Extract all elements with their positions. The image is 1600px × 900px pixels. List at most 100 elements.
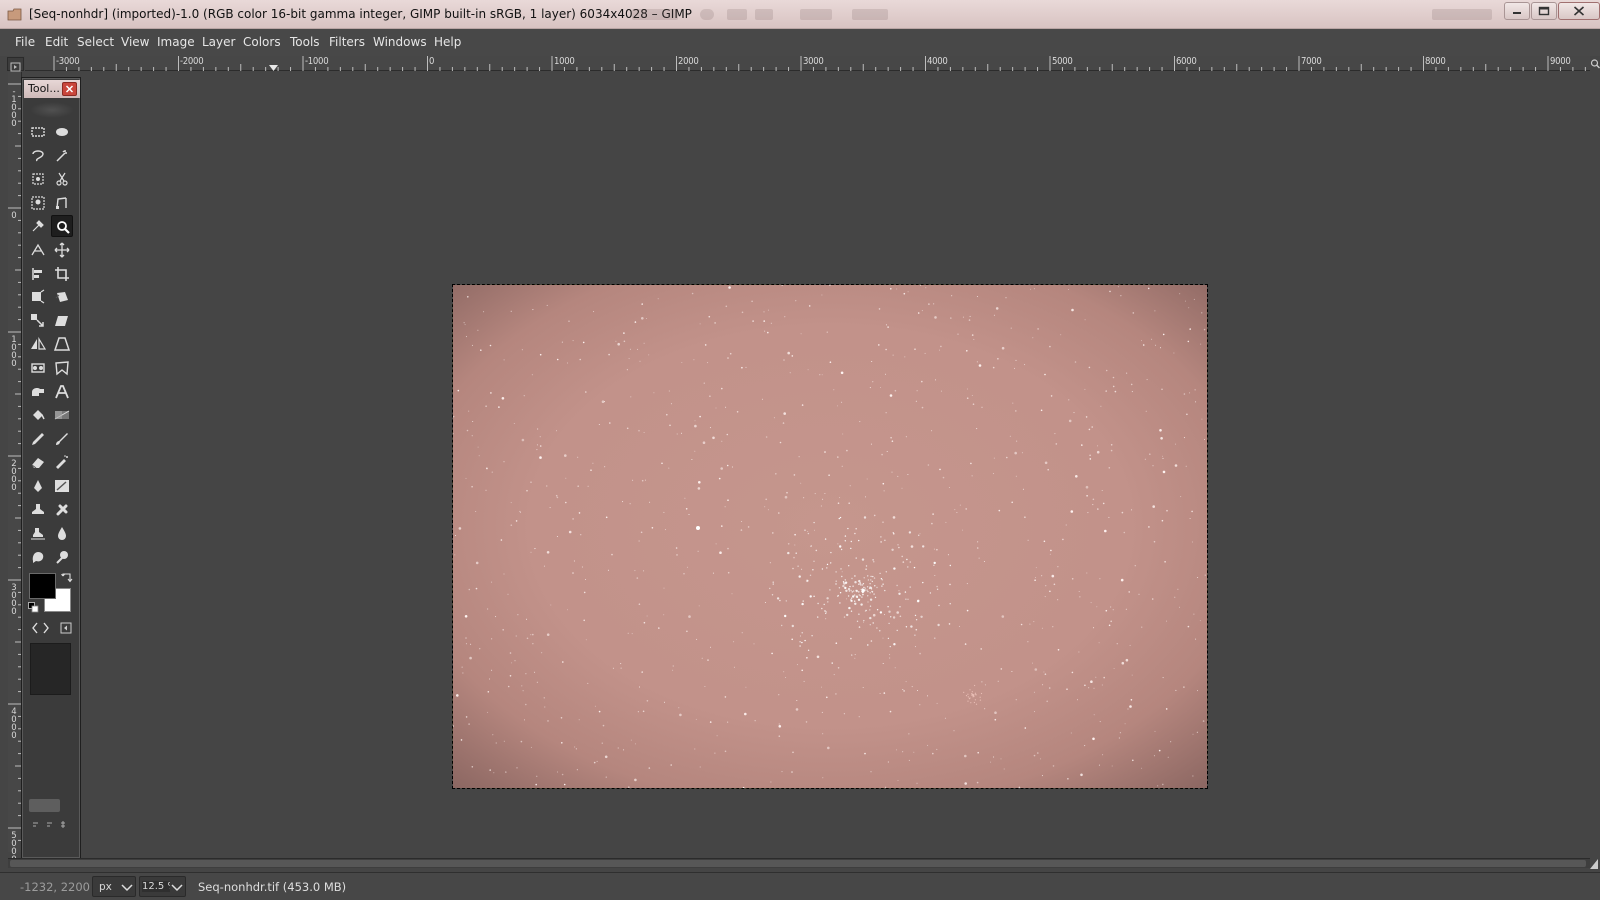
menu-help[interactable]: Help <box>434 35 461 49</box>
close-button[interactable] <box>1558 2 1600 20</box>
star <box>466 429 469 432</box>
tool-foreground-select-button[interactable] <box>27 192 49 214</box>
quick-mask-toggle[interactable] <box>7 57 24 72</box>
star <box>714 752 716 754</box>
menu-tools[interactable]: Tools <box>290 35 320 49</box>
cluster-star <box>918 534 920 536</box>
tool-clone-button[interactable] <box>27 499 49 521</box>
star <box>714 322 716 324</box>
star <box>1154 730 1156 732</box>
tool-unified-transform-button[interactable] <box>27 286 49 308</box>
tool-blur-sharpen-button[interactable] <box>51 522 73 544</box>
menu-file[interactable]: File <box>15 35 35 49</box>
tool-perspective-button[interactable] <box>51 333 73 355</box>
tool-measure-button[interactable] <box>27 239 49 261</box>
tool-bucket-fill-button[interactable] <box>27 404 49 426</box>
menu-colors[interactable]: Colors <box>243 35 281 49</box>
tool-ink-button[interactable] <box>27 475 49 497</box>
foreground-color-swatch[interactable] <box>29 573 56 599</box>
star <box>489 344 492 347</box>
navigate-icon[interactable] <box>1590 57 1600 71</box>
star <box>1108 516 1110 518</box>
default-colors-icon[interactable] <box>28 602 39 613</box>
tool-free-select-button[interactable] <box>27 145 49 167</box>
zoom-value[interactable]: 12.5 % <box>142 881 170 892</box>
tool-warp-transform-button[interactable] <box>27 381 49 403</box>
tool-eraser-button[interactable] <box>27 451 49 473</box>
zoom-follow-icon[interactable] <box>1588 856 1600 870</box>
tool-crop-button[interactable] <box>51 263 73 285</box>
tool-shear-button[interactable] <box>51 310 73 332</box>
image-layer[interactable] <box>452 284 1208 789</box>
star <box>695 718 697 720</box>
horizontal-scrollbar-thumb[interactable] <box>10 860 1586 867</box>
star <box>842 433 844 435</box>
star <box>971 334 974 336</box>
star <box>1050 549 1052 552</box>
star <box>634 778 637 782</box>
tool-rectangle-select-button[interactable] <box>27 121 49 143</box>
star <box>1084 745 1086 747</box>
cluster-star <box>871 590 873 593</box>
cluster-star <box>771 594 774 596</box>
menu-windows[interactable]: Windows <box>373 35 427 49</box>
star <box>628 358 630 360</box>
image-canvas[interactable] <box>25 72 1590 855</box>
horizontal-ruler[interactable]: -3000 -2000 -1000 0 1000 2000 3000 4000 … <box>25 56 1590 71</box>
tool-paths-button[interactable] <box>51 192 73 214</box>
toolbox-title-bar[interactable]: Tool... <box>24 80 80 98</box>
tool-fuzzy-select-button[interactable] <box>51 145 73 167</box>
tool-ellipse-select-button[interactable] <box>51 121 73 143</box>
horizontal-scrollbar[interactable] <box>8 858 1590 868</box>
tool-color-picker-button[interactable] <box>27 215 49 237</box>
tool-text-button[interactable] <box>51 381 73 403</box>
menu-edit[interactable]: Edit <box>45 35 68 49</box>
tool-scale-button[interactable] <box>27 310 49 332</box>
tool-heal-button[interactable] <box>51 499 73 521</box>
menu-filters[interactable]: Filters <box>329 35 365 49</box>
unit-select[interactable]: px <box>92 876 136 897</box>
crop-icon <box>55 266 69 281</box>
star <box>712 436 715 440</box>
star <box>536 775 538 777</box>
tool-paintbrush-button[interactable] <box>51 428 73 450</box>
menu-image[interactable]: Image <box>157 35 195 49</box>
cluster-star <box>872 622 874 624</box>
swap-colors-icon[interactable] <box>61 572 73 584</box>
menu-view[interactable]: View <box>121 35 149 49</box>
star <box>998 509 1001 512</box>
tool-cage-transform-button[interactable] <box>51 357 73 379</box>
tool-gradient-button[interactable] <box>51 404 73 426</box>
tool-align-button[interactable] <box>27 263 49 285</box>
star <box>638 603 641 605</box>
zoom-select[interactable]: 12.5 % <box>139 876 186 897</box>
cluster-star <box>846 613 849 617</box>
tool-flip-button[interactable] <box>27 333 49 355</box>
tool-smudge-button[interactable] <box>27 546 49 568</box>
maximize-button[interactable] <box>1531 2 1557 20</box>
tool-mypaint-brush-button[interactable] <box>51 475 73 497</box>
minimize-button[interactable] <box>1504 2 1530 20</box>
tool-zoom-button[interactable] <box>51 215 73 238</box>
tool-handle-transform-button[interactable] <box>27 357 49 379</box>
chevron-right-icon[interactable] <box>41 621 51 635</box>
tool-pencil-button[interactable] <box>27 428 49 450</box>
cluster-star <box>968 698 971 700</box>
vertical-ruler[interactable]: - 1 0 0 0 0 1 0 0 0 2 0 0 0 3 0 0 0 4 0 … <box>8 72 22 864</box>
toolbox-close-button[interactable] <box>62 82 77 96</box>
tool-scissors-select-button[interactable] <box>51 168 73 190</box>
active-image-icon[interactable] <box>60 622 72 634</box>
menu-layer[interactable]: Layer <box>202 35 235 49</box>
tool-move-button[interactable] <box>51 239 73 261</box>
toolbox-scrollbar[interactable] <box>29 799 60 812</box>
tool-airbrush-button[interactable] <box>51 451 73 473</box>
tool-select-by-color-button[interactable] <box>27 168 49 190</box>
tool-dodge-burn-button[interactable] <box>51 546 73 568</box>
star <box>1027 641 1029 643</box>
star <box>623 332 625 334</box>
menu-select[interactable]: Select <box>77 35 114 49</box>
tool-perspective-clone-button[interactable] <box>27 522 49 544</box>
star <box>456 694 459 697</box>
tool-rotate-button[interactable] <box>51 286 73 308</box>
chevron-left-icon[interactable] <box>30 621 40 635</box>
